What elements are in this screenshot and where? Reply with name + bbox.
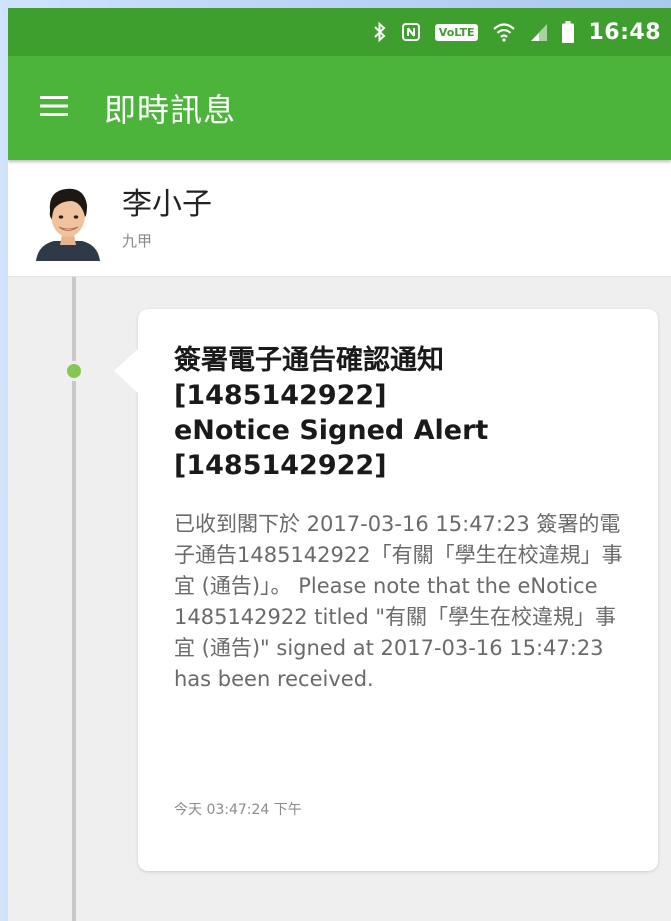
message-title: 簽署電子通告確認通知 [1485142922] eNotice Signed A… [174,343,632,483]
signal-icon [530,22,548,42]
status-time: 16:48 [588,19,661,45]
phone-screen: VoLTE 16:48 即時訊息 李小子 九甲 簽署電子通告確認通知 [1485… [8,8,671,921]
status-bar: VoLTE 16:48 [8,8,671,56]
app-bar: 即時訊息 [8,56,671,160]
message-title-line: eNotice Signed Alert [174,415,489,446]
page-title: 即時訊息 [104,91,237,129]
message-timestamp: 今天 03:47:24 下午 [174,802,302,818]
contact-header[interactable]: 李小子 九甲 [8,160,671,277]
bluetooth-icon [373,21,387,43]
nfc-icon [401,22,421,42]
message-body: 已收到閣下於 2017-03-16 15:47:23 簽署的電子通告148514… [174,512,623,691]
avatar [32,175,104,261]
contact-name: 李小子 [122,186,212,222]
message-title-line: 簽署電子通告確認通知 [174,345,444,376]
message-title-line: [1485142922] [174,450,387,481]
timeline-dot [64,361,84,381]
message-card[interactable]: 簽署電子通告確認通知 [1485142922] eNotice Signed A… [114,309,658,871]
menu-button[interactable] [26,80,82,136]
hamburger-menu-icon [38,94,70,122]
wifi-icon [492,22,516,42]
contact-class: 九甲 [122,231,153,250]
message-feed[interactable]: 簽署電子通告確認通知 [1485142922] eNotice Signed A… [8,277,671,921]
battery-icon [562,21,575,43]
card-pointer [114,349,138,393]
volte-icon: VoLTE [434,23,479,41]
message-title-line: [1485142922] [174,380,387,411]
